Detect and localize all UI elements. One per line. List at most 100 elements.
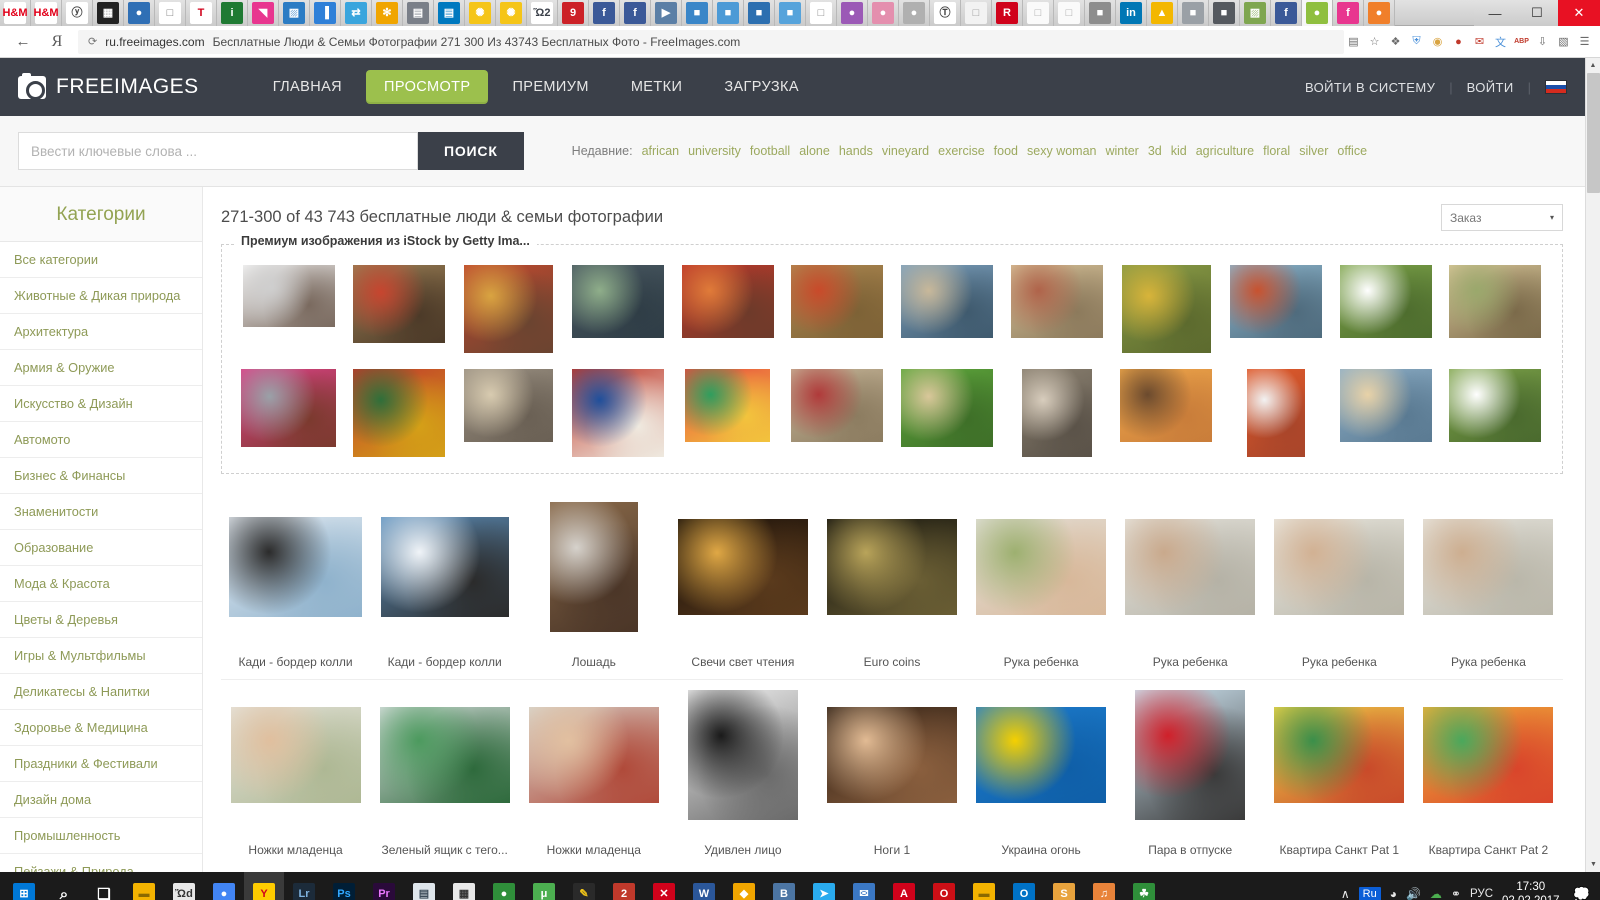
- premium-thumb-1[interactable]: [242, 265, 335, 327]
- premium-thumb-10-cell[interactable]: [1221, 265, 1331, 338]
- tab-hm-1[interactable]: H&M: [0, 0, 31, 26]
- adblock-icon[interactable]: ●: [1449, 32, 1468, 52]
- free-thumb-10-caption[interactable]: Ножки младенца: [221, 830, 370, 867]
- tab-video[interactable]: ▶: [651, 0, 682, 26]
- bookmark-page-icon[interactable]: ▤: [1344, 32, 1363, 52]
- free-thumb-9-caption[interactable]: Рука ребенка: [1414, 642, 1563, 679]
- taskbar-calculator[interactable]: ▦: [444, 872, 484, 900]
- recent-tag-office[interactable]: office: [1337, 144, 1367, 158]
- recent-tag-university[interactable]: university: [688, 144, 741, 158]
- premium-thumb-7-cell[interactable]: [892, 265, 1002, 338]
- taskbar-outlook[interactable]: O: [1004, 872, 1044, 900]
- free-thumb-2[interactable]: [380, 517, 509, 617]
- tab-blue-2[interactable]: ■: [713, 0, 744, 26]
- tab-loader[interactable]: ✻: [372, 0, 403, 26]
- premium-thumb-5-cell[interactable]: [673, 265, 783, 338]
- free-thumb-1-cell[interactable]: Кади - бордер колли: [221, 492, 370, 679]
- taskbar-pdf[interactable]: A: [884, 872, 924, 900]
- address-bar[interactable]: ⟳ ru.freeimages.com Бесплатные Люди & Се…: [78, 29, 1344, 54]
- nav-upload[interactable]: ЗАГРУЗКА: [706, 70, 817, 104]
- sidebar-item-3[interactable]: Армия & Оружие: [0, 350, 202, 386]
- recent-tag-sexy-woman[interactable]: sexy woman: [1027, 144, 1096, 158]
- free-thumb-9-cell[interactable]: Рука ребенка: [1414, 492, 1563, 679]
- free-thumb-5-cell[interactable]: Euro coins: [817, 492, 966, 679]
- abp-icon[interactable]: ABP: [1512, 32, 1531, 52]
- tab-globe[interactable]: ●: [124, 0, 155, 26]
- tab-grey-sq[interactable]: ■: [1085, 0, 1116, 26]
- free-thumb-18[interactable]: [1423, 707, 1554, 803]
- premium-thumb-12-cell[interactable]: [1440, 265, 1550, 338]
- tab-white-1[interactable]: □: [806, 0, 837, 26]
- taskbar-media[interactable]: ♫: [1084, 872, 1124, 900]
- clock[interactable]: 17:30 02.02.2017: [1502, 880, 1560, 900]
- free-thumb-13-caption[interactable]: Удивлен лицо: [668, 830, 817, 867]
- tab-ghost-1[interactable]: □: [1023, 0, 1054, 26]
- premium-thumb-19-cell[interactable]: [892, 369, 1002, 447]
- free-thumb-14-caption[interactable]: Ноги 1: [817, 830, 966, 867]
- tab-image[interactable]: ▨: [1240, 0, 1271, 26]
- free-thumb-8[interactable]: [1274, 519, 1405, 615]
- translate-icon[interactable]: 文: [1491, 32, 1510, 52]
- free-thumb-5[interactable]: [826, 519, 957, 615]
- tab-pin-red[interactable]: 9: [558, 0, 589, 26]
- taskbar-premiere[interactable]: Pr: [364, 872, 404, 900]
- premium-thumb-24[interactable]: [1449, 369, 1542, 442]
- window-minimize-button[interactable]: —: [1474, 0, 1516, 26]
- premium-thumb-8-cell[interactable]: [1002, 265, 1112, 338]
- nav-tags[interactable]: МЕТКИ: [613, 70, 700, 104]
- premium-thumb-20-cell[interactable]: [1002, 369, 1112, 457]
- tab-colors[interactable]: ▦: [93, 0, 124, 26]
- premium-thumb-13[interactable]: [241, 369, 337, 447]
- taskbar-opera[interactable]: O: [924, 872, 964, 900]
- sidebar-item-6[interactable]: Бизнес & Финансы: [0, 458, 202, 494]
- premium-thumb-15-cell[interactable]: [453, 369, 563, 442]
- tab-dark[interactable]: ■: [1209, 0, 1240, 26]
- sidebar-item-2[interactable]: Архитектура: [0, 314, 202, 350]
- free-thumb-9[interactable]: [1423, 519, 1554, 615]
- action-center-icon[interactable]: 💭: [1569, 886, 1590, 900]
- sidebar-item-12[interactable]: Деликатесы & Напитки: [0, 674, 202, 710]
- recent-tag-kid[interactable]: kid: [1171, 144, 1187, 158]
- tab-sync[interactable]: ⇄: [341, 0, 372, 26]
- premium-thumb-18[interactable]: [791, 369, 884, 442]
- recent-tag-floral[interactable]: floral: [1263, 144, 1290, 158]
- recent-tag-football[interactable]: football: [750, 144, 790, 158]
- main-navigation[interactable]: ГЛАВНАЯ ПРОСМОТР ПРЕМИУМ МЕТКИ ЗАГРУЗКА: [255, 70, 817, 104]
- recent-tag-exercise[interactable]: exercise: [938, 144, 985, 158]
- shield-icon[interactable]: ⛨: [1407, 32, 1426, 52]
- premium-thumb-11-cell[interactable]: [1331, 265, 1441, 338]
- recent-tag-silver[interactable]: silver: [1299, 144, 1328, 158]
- star-icon[interactable]: ☆: [1365, 32, 1384, 52]
- free-thumb-15-caption[interactable]: Украина огонь: [967, 830, 1116, 867]
- free-thumb-2-cell[interactable]: Кади - бордер колли: [370, 492, 519, 679]
- ru-flag-icon[interactable]: [1545, 80, 1567, 94]
- premium-thumb-23[interactable]: [1339, 369, 1432, 442]
- tab-blue-1[interactable]: ■: [682, 0, 713, 26]
- premium-thumb-22-cell[interactable]: [1221, 369, 1331, 457]
- premium-thumb-5[interactable]: [681, 265, 774, 338]
- premium-thumb-2-cell[interactable]: [344, 265, 454, 343]
- back-arrow-icon[interactable]: ←: [6, 28, 40, 56]
- tab-pink-f[interactable]: f: [1333, 0, 1364, 26]
- premium-thumb-2[interactable]: [352, 265, 445, 343]
- tab-pink-dot[interactable]: ●: [868, 0, 899, 26]
- categories-list[interactable]: Все категории Животные & Дикая природа Арх…: [0, 242, 202, 872]
- premium-thumb-6-cell[interactable]: [782, 265, 892, 338]
- recent-tag-hands[interactable]: hands: [839, 144, 873, 158]
- premium-thumb-8[interactable]: [1010, 265, 1103, 338]
- coins-icon[interactable]: ◉: [1428, 32, 1447, 52]
- free-thumb-13[interactable]: [687, 690, 798, 820]
- free-thumb-16[interactable]: [1135, 690, 1246, 820]
- taskbar-mail[interactable]: ✉: [844, 872, 884, 900]
- free-thumb-7-cell[interactable]: Рука ребенка: [1116, 492, 1265, 679]
- login-system-link[interactable]: ВОЙТИ В СИСТЕМУ: [1305, 80, 1435, 95]
- sidebar-item-14[interactable]: Праздники & Фестивали: [0, 746, 202, 782]
- premium-thumb-7[interactable]: [900, 265, 993, 338]
- free-thumb-8-caption[interactable]: Рука ребенка: [1265, 642, 1414, 679]
- premium-thumb-9[interactable]: [1121, 265, 1211, 353]
- free-thumb-17-caption[interactable]: Квартира Санкт Pat 1: [1265, 830, 1414, 867]
- free-thumb-15[interactable]: [976, 707, 1107, 803]
- taskbar-explorer[interactable]: ▬: [124, 872, 164, 900]
- sidebar-item-7[interactable]: Знаменитости: [0, 494, 202, 530]
- premium-thumb-17[interactable]: [685, 369, 771, 442]
